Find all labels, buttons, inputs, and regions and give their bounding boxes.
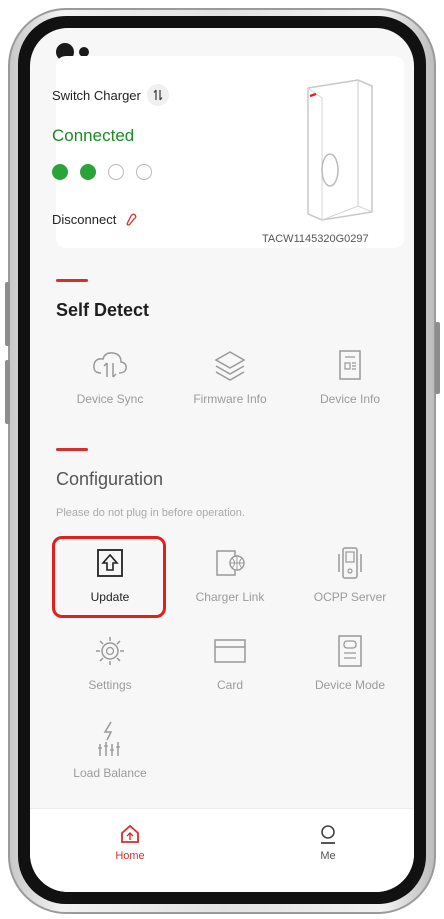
status-icons [52,164,152,180]
update-label: Update [90,590,130,604]
charger-link-label: Charger Link [195,590,265,604]
swap-icon[interactable] [146,84,169,106]
unlink-icon [126,213,137,226]
device-mode-icon [338,635,362,667]
device-sync-button[interactable]: Device Sync [52,346,168,420]
charger-image [307,79,373,221]
device-mode-label: Device Mode [314,678,386,692]
settings-button[interactable]: Settings [52,632,168,706]
device-info-icon [339,350,361,380]
configuration-title: Configuration [56,469,164,489]
gear-icon [96,637,124,665]
disconnect-label: Disconnect [52,212,117,227]
self-detect-title: Self Detect [56,300,150,320]
globe-icon [108,164,124,180]
ocpp-server-label: OCPP Server [313,590,387,604]
settings-label: Settings [88,678,132,692]
switch-charger-button[interactable]: Switch Charger [52,84,169,106]
wifi-icon [52,164,68,180]
bottom-nav: Home Me [30,808,414,892]
load-balance-label: Load Balance [73,766,147,780]
server-icon [338,547,362,579]
home-icon [121,824,139,843]
ocpp-server-button[interactable]: OCPP Server [292,544,408,618]
charger-link-icon [216,550,245,576]
nav-me-label: Me [320,850,336,862]
charger-link-button[interactable]: Charger Link [172,544,288,618]
device-info-label: Device Info [319,392,381,406]
switch-charger-label: Switch Charger [52,87,141,103]
load-balance-icon [98,721,120,756]
disconnect-button[interactable]: Disconnect [52,212,138,227]
power-button [435,322,440,394]
connection-status: Connected [52,126,135,145]
update-button[interactable]: Update [52,544,168,618]
nav-home-label: Home [115,850,145,862]
card-button[interactable]: Card [172,632,288,706]
volume-down-button [5,360,10,424]
load-balance-button[interactable]: Load Balance [52,720,168,794]
device-sync-label: Device Sync [76,392,144,406]
section-marker [56,448,88,451]
card-label: Card [216,678,243,692]
section-marker [56,279,88,282]
device-mode-button[interactable]: Device Mode [292,632,408,706]
wifi-icon [80,164,96,180]
volume-up-button [5,282,10,346]
link-icon [136,164,152,180]
cloud-sync-icon [93,352,127,378]
upload-icon [97,549,123,577]
card-icon [214,639,246,663]
nav-home[interactable]: Home [90,823,170,862]
firmware-info-label: Firmware Info [193,392,267,406]
layers-icon [214,351,246,381]
device-info-button[interactable]: Device Info [292,346,408,420]
person-icon [321,825,335,844]
charger-serial: TACW1145320G0297 [262,233,369,245]
nav-me[interactable]: Me [288,823,368,862]
app-screen: Switch Charger Connected Disconnect TACW… [30,28,414,892]
configuration-hint: Please do not plug in before operation. [56,507,245,519]
firmware-info-button[interactable]: Firmware Info [172,346,288,420]
